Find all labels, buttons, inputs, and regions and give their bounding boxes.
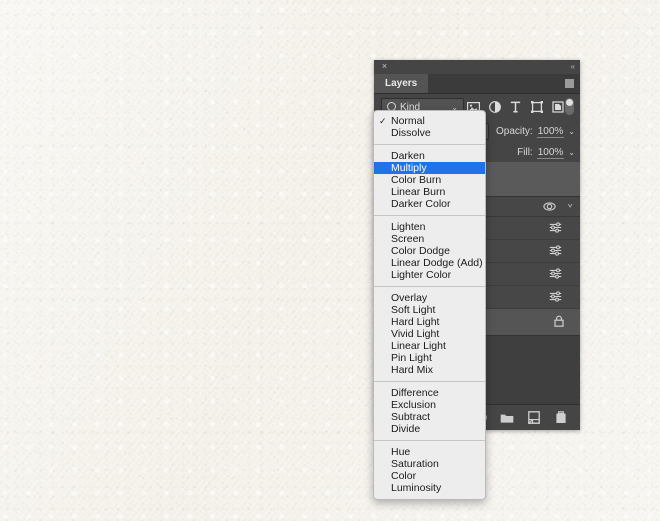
- panel-tab-strip: Layers: [374, 74, 580, 94]
- menu-item-luminosity[interactable]: Luminosity: [374, 482, 485, 494]
- filter-sliders-icon[interactable]: [549, 222, 562, 233]
- shape-layer-filter-icon[interactable]: [529, 100, 544, 115]
- menu-item-linear-burn[interactable]: Linear Burn: [374, 186, 485, 198]
- adjustment-layer-filter-icon[interactable]: [487, 100, 502, 115]
- menu-item-soft-light[interactable]: Soft Light: [374, 304, 485, 316]
- filter-enable-toggle[interactable]: [565, 98, 574, 115]
- menu-separator: [374, 440, 485, 441]
- menu-item-color[interactable]: Color: [374, 470, 485, 482]
- filter-sliders-icon[interactable]: [549, 268, 562, 279]
- chevron-up-icon[interactable]: ^: [568, 199, 572, 209]
- smart-object-filter-icon[interactable]: [550, 100, 565, 115]
- panel-title-bar: × «: [374, 60, 580, 74]
- menu-item-hard-mix[interactable]: Hard Mix: [374, 364, 485, 376]
- filter-sliders-icon[interactable]: [549, 245, 562, 256]
- menu-separator: [374, 381, 485, 382]
- opacity-label: Opacity:: [496, 126, 533, 137]
- collapse-panel-icon[interactable]: «: [571, 62, 574, 71]
- fill-value[interactable]: 100%: [537, 147, 565, 159]
- menu-item-screen[interactable]: Screen: [374, 233, 485, 245]
- filter-sliders-icon[interactable]: [549, 291, 562, 302]
- menu-item-color-burn[interactable]: Color Burn: [374, 174, 485, 186]
- opacity-value[interactable]: 100%: [537, 126, 565, 138]
- menu-item-hue[interactable]: Hue: [374, 446, 485, 458]
- visibility-eye-icon[interactable]: [543, 201, 556, 212]
- menu-item-subtract[interactable]: Subtract: [374, 411, 485, 423]
- fill-label: Fill:: [517, 147, 533, 158]
- tab-layers[interactable]: Layers: [374, 74, 428, 93]
- menu-separator: [374, 215, 485, 216]
- lock-icon: [554, 315, 564, 330]
- menu-item-darken[interactable]: Darken: [374, 150, 485, 162]
- blend-mode-dropdown-menu[interactable]: NormalDissolveDarkenMultiplyColor BurnLi…: [373, 110, 486, 500]
- new-layer-button[interactable]: [527, 411, 541, 425]
- menu-item-exclusion[interactable]: Exclusion: [374, 399, 485, 411]
- menu-item-darker-color[interactable]: Darker Color: [374, 198, 485, 210]
- menu-separator: [374, 286, 485, 287]
- new-group-button[interactable]: [500, 411, 514, 425]
- chevron-down-icon[interactable]: ⌄: [568, 127, 575, 136]
- menu-item-lighter-color[interactable]: Lighter Color: [374, 269, 485, 281]
- menu-item-vivid-light[interactable]: Vivid Light: [374, 328, 485, 340]
- menu-item-divide[interactable]: Divide: [374, 423, 485, 435]
- menu-item-pin-light[interactable]: Pin Light: [374, 352, 485, 364]
- menu-item-lighten[interactable]: Lighten: [374, 221, 485, 233]
- close-icon[interactable]: ×: [380, 62, 389, 71]
- menu-item-dissolve[interactable]: Dissolve: [374, 127, 485, 139]
- menu-item-multiply[interactable]: Multiply: [374, 162, 485, 174]
- menu-item-normal[interactable]: Normal: [374, 115, 485, 127]
- menu-item-linear-light[interactable]: Linear Light: [374, 340, 485, 352]
- menu-item-color-dodge[interactable]: Color Dodge: [374, 245, 485, 257]
- fill-control: Fill: 100% ⌄: [517, 142, 575, 163]
- menu-item-linear-dodge-add[interactable]: Linear Dodge (Add): [374, 257, 485, 269]
- type-layer-filter-icon[interactable]: [508, 100, 523, 115]
- menu-item-hard-light[interactable]: Hard Light: [374, 316, 485, 328]
- panel-menu-icon[interactable]: [565, 79, 574, 88]
- opacity-control: Opacity: 100% ⌄: [496, 121, 575, 142]
- menu-separator: [374, 144, 485, 145]
- menu-item-overlay[interactable]: Overlay: [374, 292, 485, 304]
- menu-item-saturation[interactable]: Saturation: [374, 458, 485, 470]
- menu-item-difference[interactable]: Difference: [374, 387, 485, 399]
- chevron-down-icon[interactable]: ⌄: [568, 148, 575, 157]
- delete-layer-button[interactable]: [554, 411, 568, 425]
